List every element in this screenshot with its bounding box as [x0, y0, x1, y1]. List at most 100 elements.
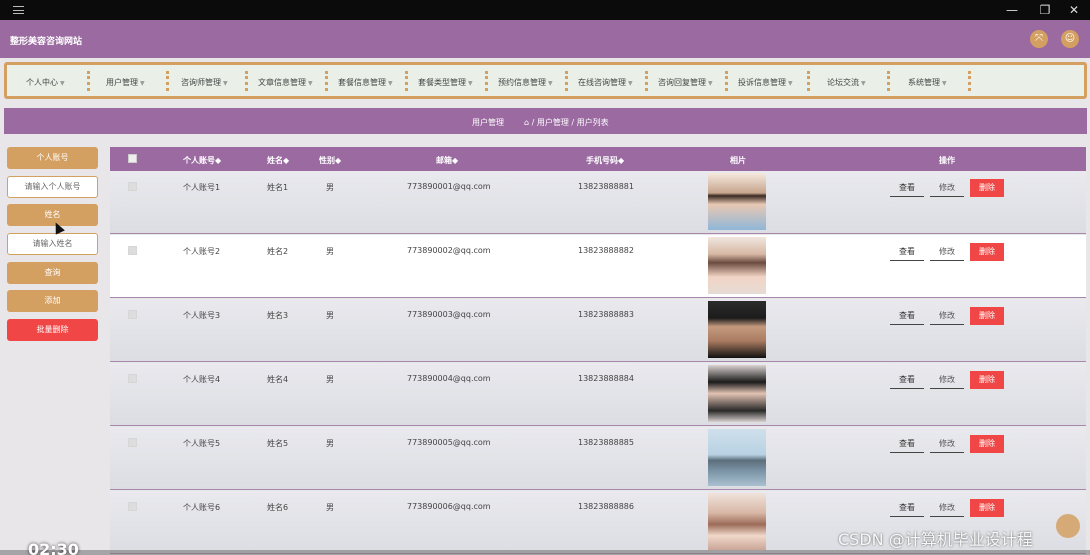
top-nav: 个人中心 ▼ 用户管理 ▼ 咨询师管理 ▼ 文章信息管理 ▼ 套餐信息管理 ▼ 套餐类型管…	[4, 62, 1087, 99]
edit-button[interactable]: 修改	[930, 179, 964, 197]
caret-down-icon: ▼	[223, 80, 228, 87]
caret-down-icon: ▼	[308, 80, 313, 87]
user-table: 个人账号◆ 姓名◆ 性别◆ 邮箱◆ 手机号码◆ 相片 操作 个人账号1 姓名1 男 7…	[110, 147, 1086, 555]
breadcrumb-section[interactable]: 用户管理	[472, 117, 504, 128]
floating-action-button[interactable]	[1056, 514, 1080, 538]
nav-item-articles[interactable]: 文章信息管理 ▼	[258, 77, 313, 88]
row-checkbox[interactable]	[128, 438, 137, 447]
nav-item-consult-replies[interactable]: 咨询回复管理 ▼	[658, 77, 713, 88]
view-button[interactable]: 查看	[890, 179, 924, 197]
cell-account: 个人账号4	[183, 375, 221, 384]
cell-phone: 13823888881	[578, 182, 634, 191]
delete-button[interactable]: 删除	[970, 243, 1004, 261]
nav-item-packages[interactable]: 套餐信息管理 ▼	[338, 77, 393, 88]
view-button[interactable]: 查看	[890, 243, 924, 261]
col-name[interactable]: 姓名◆	[267, 155, 289, 166]
cell-phone: 13823888886	[578, 502, 634, 511]
user-photo	[708, 365, 766, 422]
cell-email: 773890003@qq.com	[407, 310, 491, 319]
cell-phone: 13823888885	[578, 438, 634, 447]
home-icon[interactable]: ⌂	[524, 118, 529, 127]
cell-name: 姓名6	[267, 503, 289, 512]
delete-button[interactable]: 删除	[970, 307, 1004, 325]
cell-gender: 男	[326, 311, 334, 320]
cell-gender: 男	[326, 503, 334, 512]
cell-email: 773890001@qq.com	[407, 182, 491, 191]
nav-separator	[87, 71, 90, 91]
nav-separator	[166, 71, 169, 91]
caret-down-icon: ▼	[861, 80, 866, 87]
caret-down-icon: ▼	[60, 80, 65, 87]
minimize-icon[interactable]: —	[1004, 2, 1020, 18]
nav-separator	[725, 71, 728, 91]
nav-item-consultants[interactable]: 咨询师管理 ▼	[181, 77, 228, 88]
row-checkbox[interactable]	[128, 502, 137, 511]
nav-item-system[interactable]: 系统管理 ▼	[908, 77, 947, 88]
nav-item-complaints[interactable]: 投诉信息管理 ▼	[738, 77, 793, 88]
cell-phone: 13823888882	[578, 246, 634, 255]
caret-down-icon: ▼	[788, 80, 793, 87]
menu-icon[interactable]	[13, 6, 24, 14]
name-input[interactable]: 请输入姓名	[7, 233, 98, 255]
delete-button[interactable]: 删除	[970, 499, 1004, 517]
video-timecode: 02:30	[28, 540, 79, 555]
nav-item-appointments[interactable]: 预约信息管理 ▼	[498, 77, 553, 88]
nav-item-online-consult[interactable]: 在线咨询管理 ▼	[578, 77, 633, 88]
view-button[interactable]: 查看	[890, 499, 924, 517]
nav-separator	[887, 71, 890, 91]
edit-button[interactable]: 修改	[930, 243, 964, 261]
video-progress-bar[interactable]	[0, 550, 1090, 555]
select-all-checkbox[interactable]	[128, 154, 137, 163]
account-input[interactable]: 请输入个人账号	[7, 176, 98, 198]
cell-gender: 男	[326, 439, 334, 448]
batch-delete-button[interactable]: 批量删除	[7, 319, 98, 341]
nav-separator	[565, 71, 568, 91]
edit-button[interactable]: 修改	[930, 435, 964, 453]
edit-button[interactable]: 修改	[930, 499, 964, 517]
cell-email: 773890005@qq.com	[407, 438, 491, 447]
account-label: 个人账号	[7, 147, 98, 169]
table-row: 个人账号3 姓名3 男 773890003@qq.com 13823888883 查看 修改…	[110, 299, 1086, 362]
row-checkbox[interactable]	[128, 310, 137, 319]
window-titlebar: — ❐ ✕	[0, 0, 1090, 20]
caret-down-icon: ▼	[140, 80, 145, 87]
app-header: 整形美容咨询网站 ⤧ ☺	[0, 20, 1090, 58]
add-button[interactable]: 添加	[7, 290, 98, 312]
fullscreen-icon[interactable]: ⤧	[1030, 30, 1048, 48]
view-button[interactable]: 查看	[890, 435, 924, 453]
view-button[interactable]: 查看	[890, 371, 924, 389]
search-button[interactable]: 查询	[7, 262, 98, 284]
delete-button[interactable]: 删除	[970, 371, 1004, 389]
row-checkbox[interactable]	[128, 182, 137, 191]
cell-account: 个人账号1	[183, 183, 221, 192]
view-button[interactable]: 查看	[890, 307, 924, 325]
cell-phone: 13823888883	[578, 310, 634, 319]
nav-item-personal[interactable]: 个人中心 ▼	[26, 77, 65, 88]
nav-separator	[485, 71, 488, 91]
cell-email: 773890004@qq.com	[407, 374, 491, 383]
col-gender[interactable]: 性别◆	[319, 155, 341, 166]
row-checkbox[interactable]	[128, 246, 137, 255]
delete-button[interactable]: 删除	[970, 435, 1004, 453]
restore-icon[interactable]: ❐	[1037, 2, 1053, 18]
close-icon[interactable]: ✕	[1066, 2, 1082, 18]
nav-item-users[interactable]: 用户管理 ▼	[106, 77, 145, 88]
edit-button[interactable]: 修改	[930, 307, 964, 325]
col-email[interactable]: 邮箱◆	[436, 155, 458, 166]
table-row: 个人账号2 姓名2 男 773890002@qq.com 13823888882 查看 修改…	[110, 235, 1086, 298]
cell-name: 姓名2	[267, 247, 289, 256]
cell-account: 个人账号3	[183, 311, 221, 320]
col-phone[interactable]: 手机号码◆	[586, 155, 624, 166]
delete-button[interactable]: 删除	[970, 179, 1004, 197]
breadcrumb-path: ⌂ / 用户管理 / 用户列表	[524, 118, 609, 127]
nav-item-package-types[interactable]: 套餐类型管理 ▼	[418, 77, 473, 88]
nav-separator	[645, 71, 648, 91]
col-account[interactable]: 个人账号◆	[183, 155, 221, 166]
nav-item-forum[interactable]: 论坛交流 ▼	[827, 77, 866, 88]
edit-button[interactable]: 修改	[930, 371, 964, 389]
cell-account: 个人账号6	[183, 503, 221, 512]
row-checkbox[interactable]	[128, 374, 137, 383]
nav-separator	[245, 71, 248, 91]
user-avatar-icon[interactable]: ☺	[1061, 30, 1079, 48]
col-photo: 相片	[730, 156, 746, 165]
